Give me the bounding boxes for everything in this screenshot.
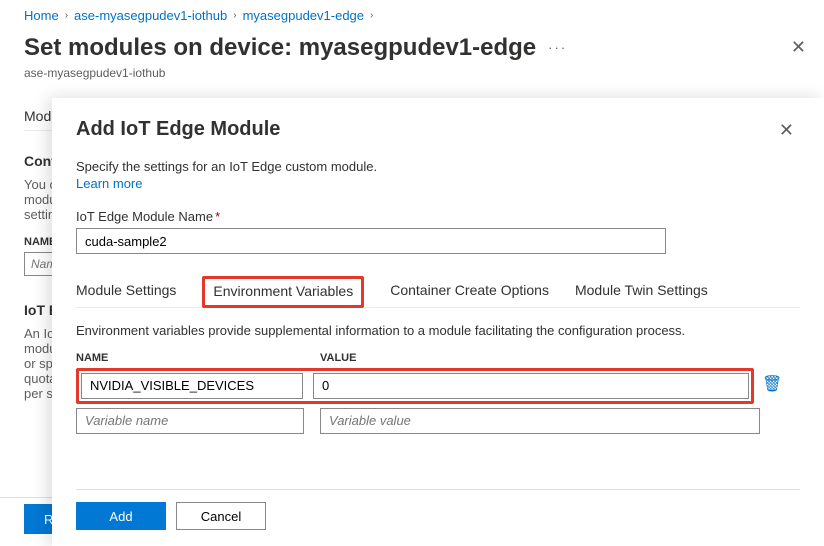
module-name-label: IoT Edge Module Name* [76, 209, 800, 224]
tab-modules[interactable]: Mod [24, 102, 51, 130]
env-row [76, 368, 754, 404]
breadcrumb: Home › ase-myasegpudev1-iothub › myasegp… [24, 8, 814, 23]
page-subtitle: ase-myasegpudev1-iothub [24, 66, 814, 80]
add-module-panel: Add IoT Edge Module ✕ Specify the settin… [52, 98, 824, 546]
chevron-right-icon: › [370, 10, 373, 21]
breadcrumb-home[interactable]: Home [24, 8, 59, 23]
trash-icon[interactable]: 🗑 [762, 374, 782, 394]
panel-tabs: Module Settings Environment Variables Co… [76, 276, 800, 308]
panel-description: Specify the settings for an IoT Edge cus… [76, 159, 800, 174]
required-asterisk: * [215, 209, 220, 224]
tab-module-settings[interactable]: Module Settings [76, 276, 176, 307]
column-value-header: VALUE [320, 352, 760, 364]
cancel-button[interactable]: Cancel [176, 502, 266, 530]
tab-module-twin-settings[interactable]: Module Twin Settings [575, 276, 708, 307]
page-title: Set modules on device: myasegpudev1-edge [24, 34, 536, 62]
learn-more-link[interactable]: Learn more [76, 176, 800, 191]
env-value-input[interactable] [313, 373, 749, 399]
chevron-right-icon: › [233, 10, 236, 21]
column-name-header: NAME [76, 352, 304, 364]
chevron-right-icon: › [65, 10, 68, 21]
tab-container-create-options[interactable]: Container Create Options [390, 276, 549, 307]
env-name-input[interactable] [76, 408, 304, 434]
env-name-input[interactable] [81, 373, 303, 399]
env-value-input[interactable] [320, 408, 760, 434]
close-icon[interactable]: ✕ [773, 118, 800, 143]
more-actions-button[interactable]: ··· [548, 40, 567, 55]
env-row-new [76, 408, 800, 434]
add-button[interactable]: Add [76, 502, 166, 530]
panel-title: Add IoT Edge Module [76, 118, 280, 141]
breadcrumb-iothub[interactable]: ase-myasegpudev1-iothub [74, 8, 227, 23]
env-description: Environment variables provide supplement… [76, 322, 776, 340]
module-name-input[interactable] [76, 228, 666, 254]
tab-environment-variables[interactable]: Environment Variables [202, 276, 364, 308]
close-icon[interactable]: ✕ [783, 33, 814, 62]
breadcrumb-device[interactable]: myasegpudev1-edge [243, 8, 364, 23]
